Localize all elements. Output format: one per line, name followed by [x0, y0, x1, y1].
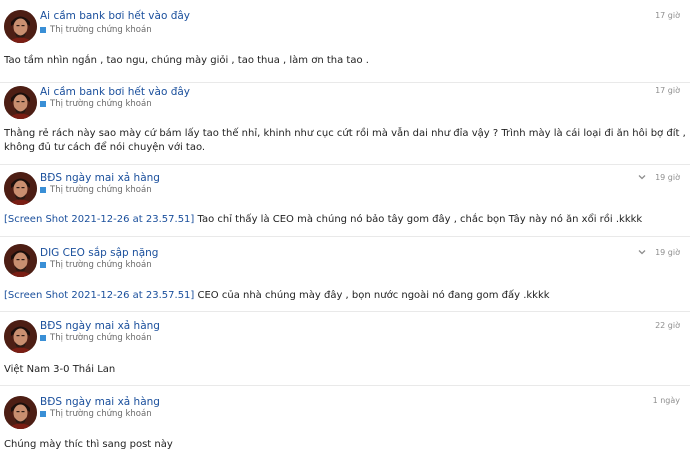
screenshot-link[interactable]: [Screen Shot 2021-12-26 at 23.57.51]: [4, 214, 194, 225]
post-time[interactable]: 1 ngày: [653, 396, 680, 405]
post-body: Chúng mày thíc thì sang post này: [4, 438, 686, 452]
post-username[interactable]: BĐS ngày mai xả hàng: [40, 320, 160, 332]
post-category[interactable]: Thị trường chứng khoán: [40, 333, 152, 343]
post-username[interactable]: Ai cầm bank bơi hết vào đây: [40, 10, 190, 22]
chevron-down-icon[interactable]: [637, 247, 647, 257]
avatar[interactable]: [4, 172, 37, 205]
post-time[interactable]: 17 giờ: [655, 86, 680, 95]
post-time[interactable]: 22 giờ: [655, 321, 680, 330]
post-body: Thằng rẻ rách này sao mày cứ bám lấy tao…: [4, 127, 686, 155]
post: BĐS ngày mai xả hàng Thị trường chứng kh…: [0, 386, 690, 458]
post-category[interactable]: Thị trường chứng khoán: [40, 260, 152, 270]
category-label: Thị trường chứng khoán: [50, 25, 152, 35]
post-category[interactable]: Thị trường chứng khoán: [40, 185, 152, 195]
post-meta: 22 giờ: [655, 321, 680, 330]
post-text: Chúng mày thíc thì sang post này: [4, 439, 173, 450]
screenshot-link[interactable]: [Screen Shot 2021-12-26 at 23.57.51]: [4, 290, 194, 301]
category-square-icon: [40, 335, 46, 341]
post-text: Việt Nam 3-0 Thái Lan: [4, 364, 116, 375]
post-meta: 19 giờ: [637, 247, 680, 257]
post-username[interactable]: BĐS ngày mai xả hàng: [40, 172, 160, 184]
post-category[interactable]: Thị trường chứng khoán: [40, 409, 152, 419]
category-label: Thị trường chứng khoán: [50, 260, 152, 270]
post: BĐS ngày mai xả hàng Thị trường chứng kh…: [0, 312, 690, 386]
category-square-icon: [40, 101, 46, 107]
post-username[interactable]: DIG CEO sắp sập nặng: [40, 247, 158, 259]
category-square-icon: [40, 262, 46, 268]
post-body: [Screen Shot 2021-12-26 at 23.57.51] Tao…: [4, 213, 686, 227]
post-meta: 17 giờ: [655, 86, 680, 95]
avatar[interactable]: [4, 10, 37, 43]
post-meta: 1 ngày: [653, 396, 680, 405]
avatar[interactable]: [4, 244, 37, 277]
post-time[interactable]: 19 giờ: [655, 173, 680, 182]
post-body: Việt Nam 3-0 Thái Lan: [4, 363, 686, 377]
post-text: Thằng rẻ rách này sao mày cứ bám lấy tao…: [4, 128, 686, 153]
category-square-icon: [40, 27, 46, 33]
post-body: Tao tầm nhìn ngắn , tao ngu, chúng mày g…: [4, 54, 686, 68]
post-text: Tao chỉ thấy là CEO mà chúng nó bảo tây …: [194, 214, 643, 225]
chevron-down-icon[interactable]: [637, 172, 647, 182]
post-time[interactable]: 19 giờ: [655, 248, 680, 257]
post: Ai cầm bank bơi hết vào đây Thị trường c…: [0, 83, 690, 165]
post-username[interactable]: Ai cầm bank bơi hết vào đây: [40, 86, 190, 98]
post-category[interactable]: Thị trường chứng khoán: [40, 99, 152, 109]
category-square-icon: [40, 411, 46, 417]
category-label: Thị trường chứng khoán: [50, 333, 152, 343]
post: Ai cầm bank bơi hết vào đây Thị trường c…: [0, 0, 690, 83]
category-label: Thị trường chứng khoán: [50, 99, 152, 109]
post-meta: 17 giờ: [655, 11, 680, 20]
avatar[interactable]: [4, 396, 37, 429]
post: BĐS ngày mai xả hàng Thị trường chứng kh…: [0, 165, 690, 237]
avatar[interactable]: [4, 86, 37, 119]
post-category[interactable]: Thị trường chứng khoán: [40, 25, 152, 35]
post-meta: 19 giờ: [637, 172, 680, 182]
post-body: [Screen Shot 2021-12-26 at 23.57.51] CEO…: [4, 289, 686, 303]
category-label: Thị trường chứng khoán: [50, 409, 152, 419]
category-label: Thị trường chứng khoán: [50, 185, 152, 195]
post-time[interactable]: 17 giờ: [655, 11, 680, 20]
post-text: CEO của nhà chúng mày đây , bọn nước ngo…: [194, 290, 550, 301]
post: DIG CEO sắp sập nặng Thị trường chứng kh…: [0, 237, 690, 312]
post-text: Tao tầm nhìn ngắn , tao ngu, chúng mày g…: [4, 55, 369, 66]
avatar[interactable]: [4, 320, 37, 353]
category-square-icon: [40, 187, 46, 193]
post-username[interactable]: BĐS ngày mai xả hàng: [40, 396, 160, 408]
